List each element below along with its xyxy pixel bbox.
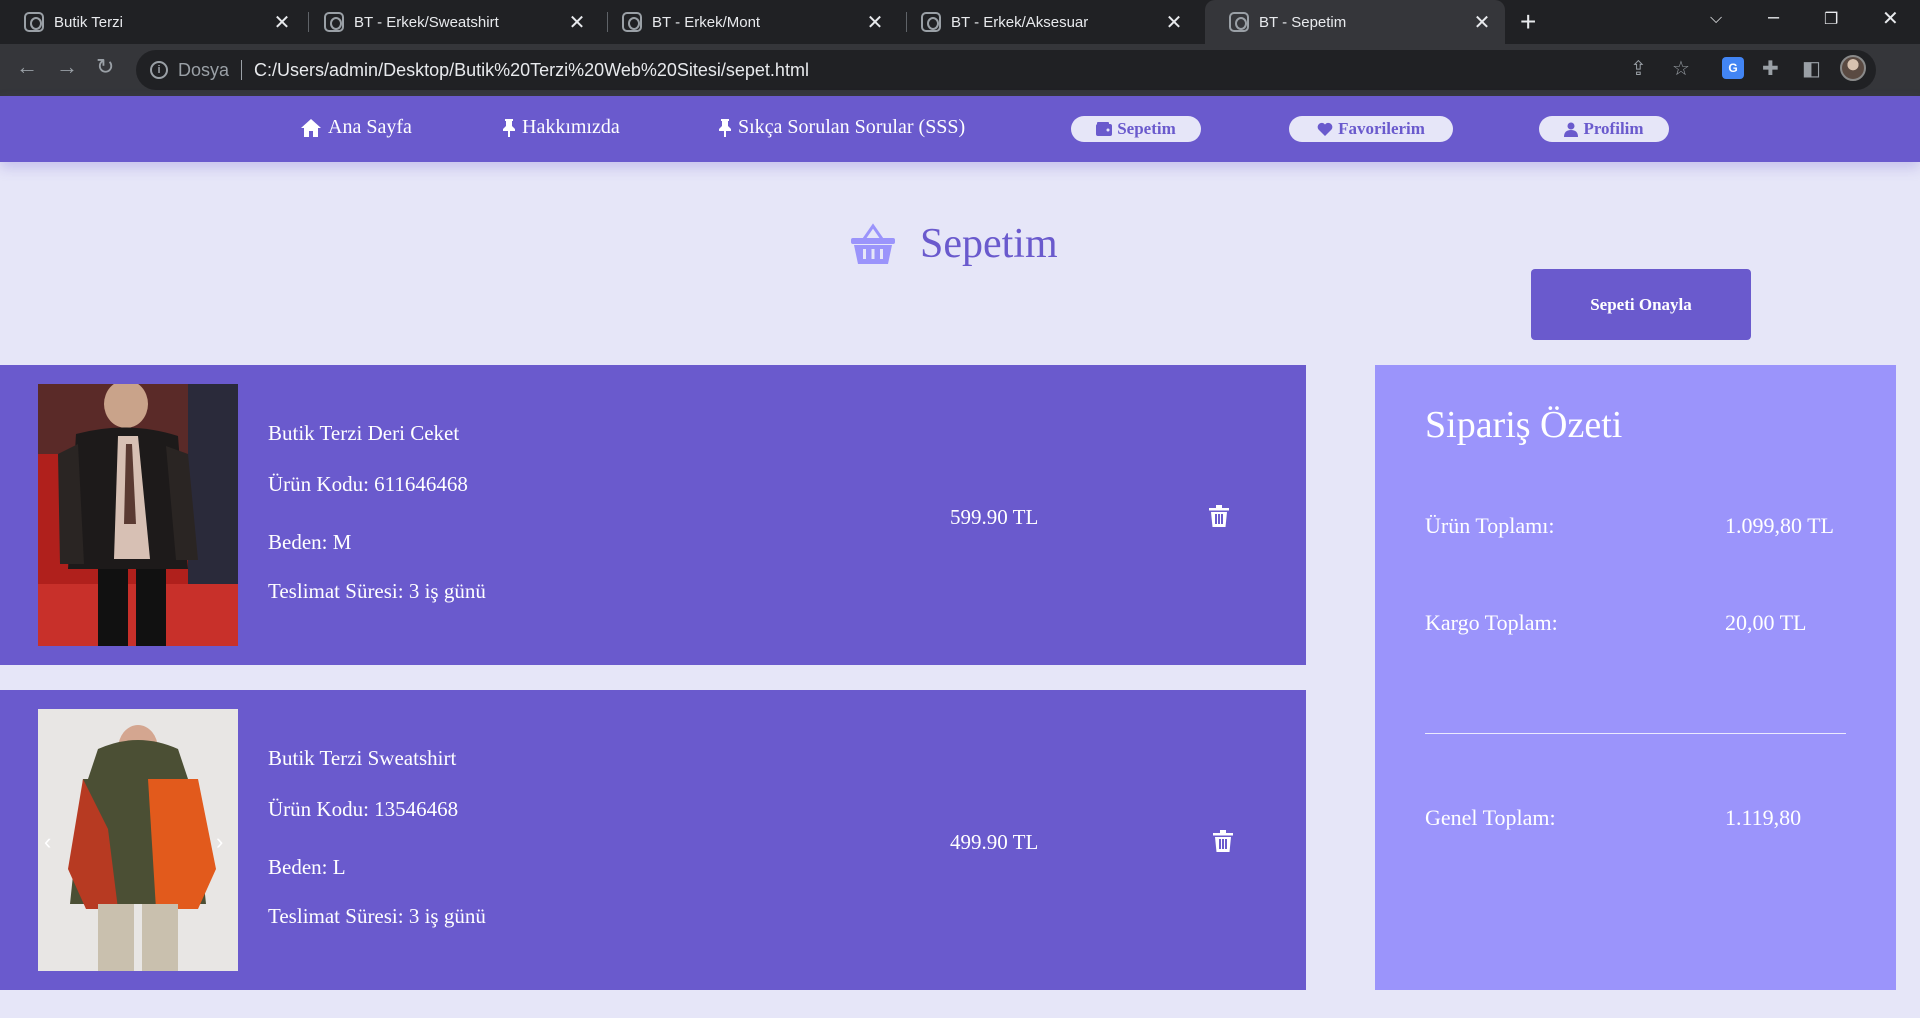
basket-icon [851, 223, 895, 264]
address-scheme-label: Dosya [178, 59, 230, 80]
summary-divider [1425, 733, 1846, 734]
home-icon [301, 118, 321, 137]
tab-title: Butik Terzi [54, 13, 123, 31]
address-divider [241, 60, 243, 80]
product-price: 599.90 TL [950, 505, 1039, 529]
product-size: Beden: L [268, 855, 346, 879]
product-price: 499.90 TL [950, 830, 1039, 854]
close-window-icon[interactable]: ✕ [1882, 6, 1899, 31]
browser-tab-active[interactable]: BT - Sepetim ✕ [1205, 0, 1505, 44]
site-navbar: Ana Sayfa Hakkımızda Sıkça Sorulan Sorul… [0, 96, 1920, 162]
carousel-next-icon[interactable]: › [216, 829, 223, 855]
page-title: Sepetim [920, 221, 1058, 267]
share-icon[interactable]: ⇪ [1630, 56, 1647, 81]
summary-label: Ürün Toplamı: [1425, 513, 1555, 538]
product-delivery: Teslimat Süresi: 3 iş günü [268, 904, 486, 928]
restore-icon[interactable]: ❐ [1824, 9, 1838, 29]
tab-search-icon[interactable]: ⌵ [1710, 10, 1722, 28]
browser-toolbar: ← → ↻ i Dosya C:/Users/admin/Desktop/But… [0, 44, 1920, 96]
heart-icon [1317, 122, 1333, 136]
product-code: Ürün Kodu: 611646468 [268, 472, 468, 496]
product-size: Beden: M [268, 530, 352, 554]
pin-icon [503, 118, 515, 137]
nav-pill-profile[interactable]: Profilim [1539, 116, 1669, 142]
tab-close-icon[interactable]: ✕ [564, 10, 590, 35]
page-heading: Sepetim [850, 220, 1058, 268]
browser-tab-strip: Butik Terzi ✕ BT - Erkek/Sweatshirt ✕ BT… [0, 0, 1920, 44]
user-icon [1564, 122, 1579, 137]
nav-link-faq[interactable]: Sıkça Sorulan Sorular (SSS) [718, 116, 965, 139]
forward-icon[interactable]: → [56, 54, 78, 80]
nav-link-label: Ana Sayfa [328, 116, 412, 138]
product-name: Butik Terzi Deri Ceket [268, 421, 460, 445]
profile-avatar[interactable] [1840, 55, 1866, 81]
cart-item: Butik Terzi Deri Ceket Ürün Kodu: 611646… [0, 365, 1306, 665]
trash-icon[interactable] [1209, 505, 1229, 527]
tab-title: BT - Erkek/Aksesuar [951, 13, 1089, 31]
summary-label: Genel Toplam: [1425, 805, 1556, 830]
reload-icon[interactable]: ↻ [96, 54, 114, 80]
tab-close-icon[interactable]: ✕ [1161, 10, 1187, 35]
nav-pill-cart[interactable]: Sepetim [1071, 116, 1201, 142]
summary-value: 1.119,80 [1725, 805, 1802, 830]
nav-pill-favorites[interactable]: Favorilerim [1289, 116, 1453, 142]
nav-pill-label: Favorilerim [1338, 119, 1425, 138]
nav-link-label: Hakkımızda [522, 116, 620, 138]
summary-label: Kargo Toplam: [1425, 610, 1558, 635]
product-image-leather-jacket [38, 384, 238, 646]
site-favicon-icon [24, 12, 44, 32]
tab-title: BT - Erkek/Mont [652, 13, 761, 31]
site-favicon-icon [324, 12, 344, 32]
tab-title: BT - Sepetim [1259, 13, 1347, 31]
nav-pill-label: Sepetim [1117, 119, 1176, 138]
tab-title: BT - Erkek/Sweatshirt [354, 13, 499, 31]
browser-tab[interactable]: BT - Erkek/Sweatshirt ✕ [300, 0, 600, 44]
trash-icon[interactable] [1213, 830, 1233, 852]
browser-tab[interactable]: BT - Erkek/Mont ✕ [598, 0, 898, 44]
new-tab-icon[interactable]: + [1520, 6, 1536, 38]
address-url[interactable]: C:/Users/admin/Desktop/Butik%20Terzi%20W… [254, 60, 809, 81]
tab-close-icon[interactable]: ✕ [862, 10, 888, 35]
bookmark-star-icon[interactable]: ☆ [1672, 56, 1690, 81]
wallet-icon [1096, 122, 1113, 136]
minimize-icon[interactable]: – [1768, 6, 1779, 29]
carousel-prev-icon[interactable]: ‹ [44, 829, 51, 855]
pin-icon [719, 118, 731, 137]
order-summary-panel: Sipariş Özeti Ürün Toplamı: 1.099,80 TL … [1375, 365, 1896, 990]
address-bar[interactable]: i Dosya C:/Users/admin/Desktop/Butik%20T… [136, 50, 1876, 90]
product-image-sweatshirt: ‹ › [38, 709, 238, 971]
product-code: Ürün Kodu: 13546468 [268, 797, 459, 821]
summary-value: 20,00 TL [1725, 610, 1807, 635]
summary-value: 1.099,80 TL [1725, 513, 1834, 538]
side-panel-icon[interactable]: ◧ [1802, 56, 1821, 81]
site-favicon-icon [921, 12, 941, 32]
browser-tab[interactable]: BT - Erkek/Aksesuar ✕ [897, 0, 1197, 44]
nav-pill-label: Profilim [1583, 119, 1644, 138]
confirm-cart-button[interactable]: Sepeti Onayla [1531, 269, 1751, 340]
extensions-puzzle-icon[interactable]: ✚ [1762, 56, 1779, 81]
info-icon[interactable]: i [150, 61, 168, 79]
site-favicon-icon [622, 12, 642, 32]
order-summary-title: Sipariş Özeti [1425, 404, 1623, 446]
tab-close-icon[interactable]: ✕ [269, 10, 295, 35]
browser-tab[interactable]: Butik Terzi ✕ [0, 0, 305, 44]
product-delivery: Teslimat Süresi: 3 iş günü [268, 579, 486, 603]
cart-item: ‹ › Butik Terzi Sweatshirt Ürün Kodu: 13… [0, 690, 1306, 990]
product-name: Butik Terzi Sweatshirt [268, 746, 457, 770]
site-favicon-icon [1229, 12, 1249, 32]
translate-extension-icon[interactable]: G [1722, 57, 1744, 79]
nav-link-label: Sıkça Sorulan Sorular (SSS) [738, 116, 966, 138]
nav-link-home[interactable]: Ana Sayfa [300, 116, 412, 139]
nav-link-about[interactable]: Hakkımızda [502, 116, 620, 139]
back-icon[interactable]: ← [16, 54, 38, 80]
tab-close-icon[interactable]: ✕ [1469, 10, 1495, 35]
